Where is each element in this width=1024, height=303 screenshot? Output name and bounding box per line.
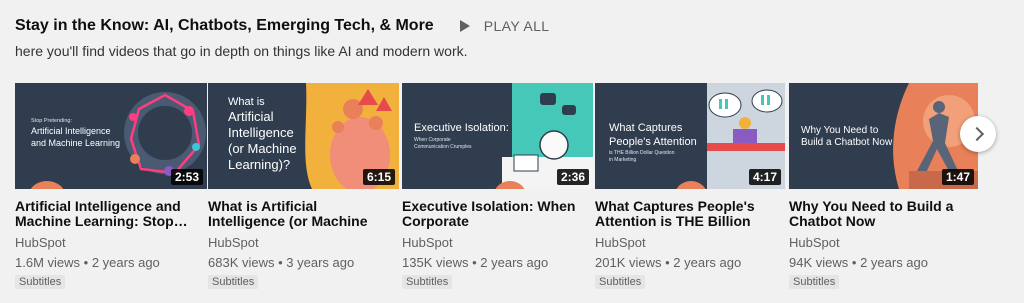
thumb-text-line: Build a Chatbot Now (801, 137, 893, 148)
thumb-text-line: What Captures (609, 122, 683, 134)
video-card[interactable]: Why You Need to Build a Chatbot Now 1:47… (789, 83, 978, 290)
upload-age: 3 years ago (286, 255, 355, 270)
subtitles-badge: Subtitles (15, 275, 66, 289)
video-title[interactable]: What Captures People's Attention is THE … (595, 199, 775, 229)
view-count: 201K views (595, 255, 662, 270)
thumb-text-line: Learning)? (228, 157, 290, 172)
video-title[interactable]: What is Artificial Intelligence (or Mach… (208, 199, 388, 229)
meta-separator: • (472, 255, 477, 270)
shelf-title[interactable]: Stay in the Know: AI, Chatbots, Emerging… (15, 17, 434, 35)
channel-name[interactable]: HubSpot (402, 235, 580, 250)
video-thumbnail[interactable]: What is Artificial Intelligence (or Mach… (208, 83, 399, 189)
upload-age: 2 years ago (673, 255, 742, 270)
video-title[interactable]: Why You Need to Build a Chatbot Now (789, 199, 969, 229)
thumb-text-line: When Corporate (414, 137, 451, 143)
meta-separator: • (278, 255, 283, 270)
upload-age: 2 years ago (480, 255, 549, 270)
subtitles-badge: Subtitles (402, 275, 453, 289)
upload-age: 2 years ago (860, 255, 928, 270)
channel-name[interactable]: HubSpot (595, 235, 773, 250)
play-icon (459, 20, 470, 32)
video-meta: 135K views • 2 years ago (402, 255, 580, 270)
upload-age: 2 years ago (91, 255, 160, 270)
duration-badge: 1:47 (941, 169, 974, 185)
thumb-text-line: Artificial (228, 109, 274, 124)
subtitles-badge: Subtitles (208, 275, 259, 289)
thumb-text-line: People's Attention (609, 136, 697, 148)
thumb-text-line: Intelligence (228, 125, 294, 140)
shelf-description: here you'll find videos that go in depth… (15, 43, 468, 59)
play-all-label: PLAY ALL (483, 18, 550, 34)
thumb-text-line: and Machine Learning (31, 138, 120, 148)
view-count: 683K views (208, 255, 275, 270)
duration-badge: 2:36 (556, 169, 589, 185)
thumb-text-line: (or Machine (228, 141, 297, 156)
play-all-button[interactable]: PLAY ALL (459, 18, 550, 34)
meta-separator: • (83, 255, 89, 270)
video-card[interactable]: What Captures People's Attention is THE … (595, 83, 785, 290)
video-thumbnail[interactable]: Stop Pretending: Artificial Intelligence… (15, 83, 207, 189)
channel-name[interactable]: HubSpot (789, 235, 967, 250)
thumb-text-line: Communication Crumples (414, 144, 472, 150)
video-meta: 94K views • 2 years ago (789, 255, 967, 270)
meta-separator: • (665, 255, 670, 270)
next-arrow-button[interactable] (960, 116, 996, 152)
subtitles-badge: Subtitles (595, 275, 646, 289)
video-title[interactable]: Artificial Intelligence and Machine Lear… (15, 199, 195, 229)
subtitles-badge: Subtitles (789, 275, 840, 289)
thumb-text-line: What is (228, 96, 265, 108)
view-count: 1.6M views (15, 255, 81, 270)
video-thumbnail[interactable]: What Captures People's Attention is THE … (595, 83, 785, 189)
video-title[interactable]: Executive Isolation: When Corporate Comm… (402, 199, 582, 229)
thumb-text-line: Executive Isolation: (414, 122, 509, 134)
video-meta: 683K views • 3 years ago (208, 255, 386, 270)
channel-name[interactable]: HubSpot (15, 235, 193, 250)
thumb-text-line: Stop Pretending: (31, 118, 72, 124)
view-count: 94K views (789, 255, 849, 270)
view-count: 135K views (402, 255, 469, 270)
video-shelf-row: Stop Pretending: Artificial Intelligence… (15, 83, 1005, 293)
shelf-header: Stay in the Know: AI, Chatbots, Emerging… (15, 16, 549, 36)
channel-name[interactable]: HubSpot (208, 235, 386, 250)
video-card[interactable]: Executive Isolation: When Corporate Comm… (402, 83, 593, 290)
video-meta: 201K views • 2 years ago (595, 255, 773, 270)
thumb-text-line: Why You Need to (801, 125, 879, 136)
thumb-text-line: in Marketing (609, 157, 636, 163)
video-card[interactable]: Stop Pretending: Artificial Intelligence… (15, 83, 207, 290)
video-thumbnail[interactable]: Why You Need to Build a Chatbot Now 1:47 (789, 83, 978, 189)
duration-badge: 4:17 (748, 169, 781, 185)
video-meta: 1.6M views • 2 years ago (15, 255, 193, 270)
chevron-right-icon (969, 126, 984, 142)
thumb-text-line: is THE Billion Dollar Question (609, 150, 675, 156)
video-thumbnail[interactable]: Executive Isolation: When Corporate Comm… (402, 83, 593, 189)
duration-badge: 6:15 (362, 169, 395, 185)
video-card[interactable]: What is Artificial Intelligence (or Mach… (208, 83, 399, 290)
duration-badge: 2:53 (170, 169, 203, 185)
meta-separator: • (851, 255, 857, 270)
thumb-text-line: Artificial Intelligence (31, 126, 111, 136)
